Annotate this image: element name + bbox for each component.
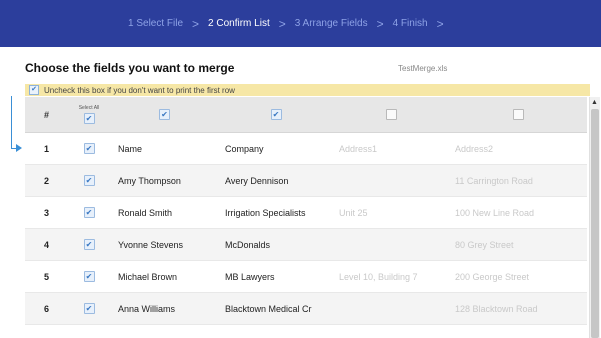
table-row[interactable]: 3 ✔ Ronald Smith Irrigation Specialists …	[25, 197, 587, 229]
cell-name: Michael Brown	[118, 271, 178, 282]
column-b-checkbox[interactable]: ✔	[270, 109, 282, 120]
column-a-checkbox[interactable]: ✔	[159, 109, 170, 120]
select-all-header: Select All ✔	[68, 97, 110, 132]
row-number: 5	[43, 271, 49, 282]
grid-body: 1 ✔ Name Company Address1 Address2 2 ✔ A…	[25, 133, 587, 325]
column-d-header: ✔	[449, 97, 587, 132]
cell-company: Company	[225, 143, 264, 154]
cell-address2: 80 Grey Street	[455, 239, 514, 250]
cell-address2: Address2	[455, 143, 494, 154]
row-number: 3	[43, 207, 49, 218]
chevron-right-icon: >	[376, 16, 384, 31]
cell-name: Name	[118, 143, 143, 154]
cell-company: McDonalds	[225, 239, 271, 250]
table-row[interactable]: 4 ✔ Yvonne Stevens McDonalds 80 Grey Str…	[25, 229, 587, 261]
cell-company: Avery Dennison	[225, 175, 289, 186]
step-select-file[interactable]: 1 Select File	[128, 18, 183, 29]
table-row[interactable]: 2 ✔ Amy Thompson Avery Dennison 11 Carri…	[25, 165, 587, 197]
cell-address2: 11 Carrington Road	[455, 175, 533, 186]
cell-name: Amy Thompson	[118, 175, 181, 186]
cell-name: Yvonne Stevens	[118, 239, 184, 250]
chevron-right-icon: >	[192, 16, 200, 31]
cell-address1	[333, 293, 449, 324]
cell-address1	[333, 229, 449, 260]
chevron-right-icon: >	[436, 16, 444, 31]
row-select-cell: ✔	[68, 261, 110, 292]
cell-address2: 100 New Line Road	[455, 207, 535, 218]
connector-bracket	[11, 96, 19, 149]
page-title: Choose the fields you want to merge	[25, 61, 235, 75]
row-number: 4	[43, 239, 49, 250]
row-checkbox[interactable]: ✔	[83, 239, 95, 250]
wizard-steps: 1 Select File > 2 Confirm List > 3 Arran…	[0, 0, 601, 47]
table-row[interactable]: 6 ✔ Anna Williams Blacktown Medical Cr 1…	[25, 293, 587, 325]
first-row-notice: ✔ Uncheck this box if you don't want to …	[25, 84, 590, 96]
arrow-right-icon	[16, 144, 22, 152]
first-row-checkbox[interactable]: ✔	[29, 85, 39, 95]
file-name-label: TestMerge.xls	[398, 64, 448, 73]
row-select-cell: ✔	[68, 165, 110, 196]
row-number: 2	[43, 175, 49, 186]
step-arrange-fields[interactable]: 3 Arrange Fields	[295, 18, 368, 29]
row-checkbox[interactable]: ✔	[83, 143, 95, 154]
cell-name: Ronald Smith	[118, 207, 173, 218]
column-c-header: ✔	[333, 97, 449, 132]
cell-address2: 128 Blacktown Road	[455, 303, 538, 314]
step-finish[interactable]: 4 Finish	[393, 18, 428, 29]
row-select-cell: ✔	[68, 293, 110, 324]
step-confirm-list[interactable]: 2 Confirm List	[208, 18, 270, 29]
grid-header-row: # Select All ✔ ✔ ✔ ✔ ✔	[25, 97, 587, 133]
select-all-label: Select All	[78, 105, 100, 111]
scroll-up-icon[interactable]: ▲	[591, 99, 598, 106]
row-checkbox[interactable]: ✔	[83, 303, 95, 314]
row-select-cell: ✔	[68, 133, 110, 164]
row-checkbox[interactable]: ✔	[83, 207, 95, 218]
vertical-scrollbar[interactable]: ▲	[589, 97, 600, 338]
field-grid: # Select All ✔ ✔ ✔ ✔ ✔ 1 ✔ Name Company …	[25, 97, 587, 325]
select-all-checkbox[interactable]: ✔	[83, 113, 95, 124]
row-number-header: #	[43, 109, 49, 120]
cell-address1: Level 10, Building 7	[339, 271, 418, 282]
scrollbar-thumb[interactable]	[591, 109, 599, 338]
cell-name: Anna Williams	[118, 303, 176, 314]
row-checkbox[interactable]: ✔	[83, 271, 95, 282]
column-c-checkbox[interactable]: ✔	[385, 109, 397, 120]
row-select-cell: ✔	[68, 197, 110, 228]
cell-company: Blacktown Medical Cr	[225, 303, 312, 314]
column-b-header: ✔	[219, 97, 333, 132]
cell-company: Irrigation Specialists	[225, 207, 306, 218]
row-select-cell: ✔	[68, 229, 110, 260]
chevron-right-icon: >	[278, 16, 286, 31]
cell-address1	[333, 165, 449, 196]
row-number: 1	[43, 143, 49, 154]
cell-company: MB Lawyers	[225, 271, 275, 282]
cell-address1: Address1	[339, 143, 378, 154]
column-d-checkbox[interactable]: ✔	[512, 109, 524, 120]
table-row[interactable]: 1 ✔ Name Company Address1 Address2	[25, 133, 587, 165]
row-number: 6	[43, 303, 49, 314]
table-row[interactable]: 5 ✔ Michael Brown MB Lawyers Level 10, B…	[25, 261, 587, 293]
cell-address2: 200 George Street	[455, 271, 530, 282]
column-a-header: ✔	[110, 97, 219, 132]
row-checkbox[interactable]: ✔	[83, 175, 95, 186]
cell-address1: Unit 25	[339, 207, 368, 218]
notice-text: Uncheck this box if you don't want to pr…	[44, 85, 235, 95]
